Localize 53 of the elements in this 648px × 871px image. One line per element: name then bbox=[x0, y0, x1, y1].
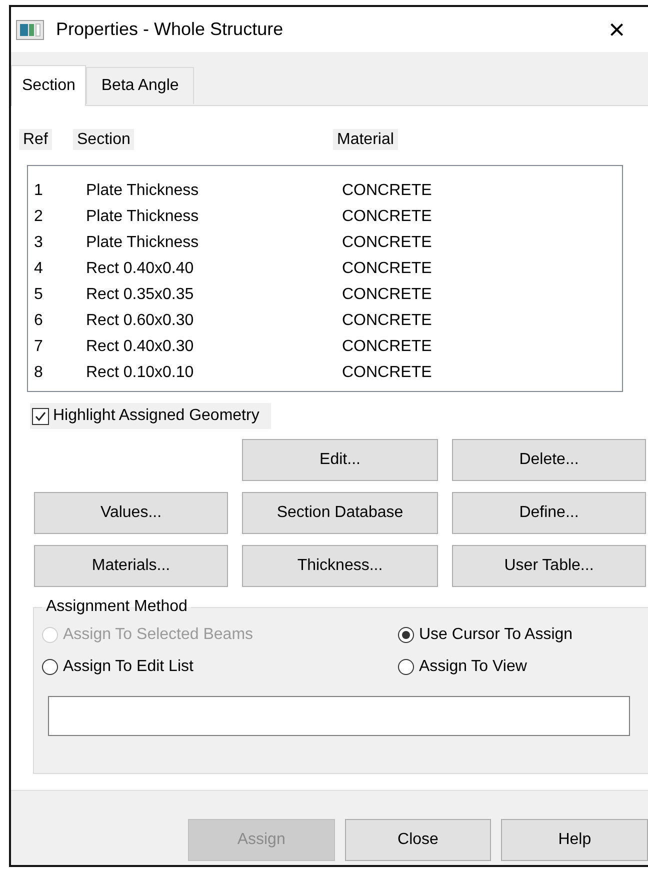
footer-button[interactable]: Close bbox=[344, 819, 492, 861]
list-cell-text: Rect 0.10x0.10 bbox=[86, 363, 195, 383]
list-cell-text: Plate Thickness bbox=[86, 233, 200, 253]
list-cell-text: 2 bbox=[34, 207, 44, 227]
action-button[interactable]: Materials... bbox=[34, 545, 228, 587]
list-cell-text: 5 bbox=[34, 285, 44, 305]
list-cell-text: Rect 0.60x0.30 bbox=[86, 311, 195, 331]
footer-button[interactable]: Help bbox=[501, 819, 648, 861]
list-cell-text: CONCRETE bbox=[342, 233, 433, 253]
list-cell-text: CONCRETE bbox=[342, 259, 433, 279]
list-cell-text: Rect 0.40x0.40 bbox=[86, 259, 195, 279]
list-cell-text: Rect 0.35x0.35 bbox=[86, 285, 195, 305]
radio-button[interactable] bbox=[42, 659, 58, 675]
list-cell-text: CONCRETE bbox=[342, 311, 433, 331]
checkbox[interactable]: Highlight Assigned Geometry bbox=[30, 403, 272, 429]
list-cell-text: 8 bbox=[34, 363, 44, 383]
checkmark-icon bbox=[34, 410, 47, 422]
input-field[interactable] bbox=[48, 696, 630, 736]
list-cell-text: 6 bbox=[34, 311, 44, 331]
tab[interactable]: Section bbox=[11, 65, 86, 106]
list-cell-text: CONCRETE bbox=[342, 337, 433, 357]
action-button[interactable]: Values... bbox=[34, 492, 228, 534]
action-button[interactable]: User Table... bbox=[452, 545, 646, 587]
list-cell-text: CONCRETE bbox=[342, 207, 433, 227]
section-list[interactable] bbox=[27, 165, 623, 392]
action-button[interactable]: Edit... bbox=[242, 439, 438, 481]
radio-label[interactable]: Assign To Edit List bbox=[63, 658, 194, 676]
action-button[interactable]: Define... bbox=[452, 492, 646, 534]
list-cell-text: 4 bbox=[34, 259, 44, 279]
list-cell-text: Plate Thickness bbox=[86, 181, 200, 201]
list-cell-text: 1 bbox=[34, 181, 44, 201]
window-title: Properties - Whole Structure bbox=[56, 19, 284, 40]
list-cell-text: 7 bbox=[34, 337, 44, 357]
list-cell-text: CONCRETE bbox=[342, 363, 433, 383]
radio-button[interactable] bbox=[398, 659, 414, 675]
radio-button[interactable] bbox=[398, 627, 414, 643]
column-header: Section bbox=[73, 129, 134, 150]
radio-label[interactable]: Use Cursor To Assign bbox=[419, 626, 573, 644]
column-header: Ref bbox=[19, 129, 52, 150]
list-cell-text: Rect 0.40x0.30 bbox=[86, 337, 195, 357]
close-icon[interactable]: × bbox=[608, 16, 625, 44]
app-icon bbox=[16, 20, 44, 40]
column-header: Material bbox=[333, 129, 398, 150]
group-title: Assignment Method bbox=[45, 598, 188, 616]
list-cell-text: CONCRETE bbox=[342, 285, 433, 305]
list-cell-text: CONCRETE bbox=[342, 181, 433, 201]
action-button[interactable]: Thickness... bbox=[242, 545, 438, 587]
list-cell-text: Plate Thickness bbox=[86, 207, 200, 227]
tab[interactable]: Beta Angle bbox=[86, 67, 194, 104]
action-button[interactable]: Delete... bbox=[452, 439, 646, 481]
radio-label[interactable]: Assign To View bbox=[419, 658, 527, 676]
action-button[interactable]: Section Database bbox=[242, 492, 438, 534]
list-cell-text: 3 bbox=[34, 233, 44, 253]
